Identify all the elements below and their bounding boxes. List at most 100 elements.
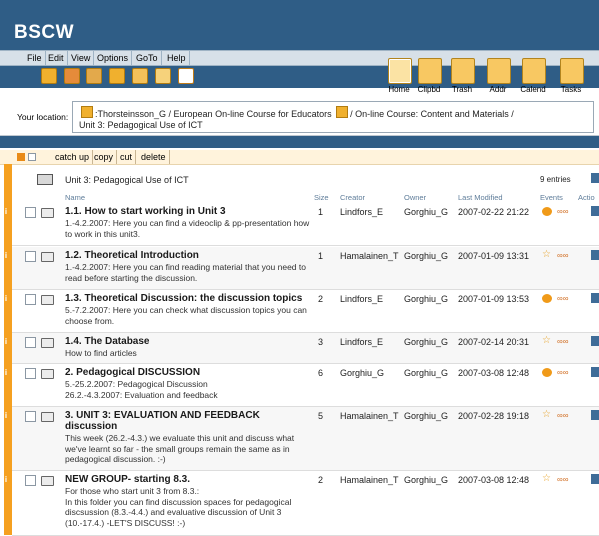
search-icon[interactable]	[64, 68, 80, 84]
table-row[interactable]: i 1.4. The Database How to find articles 3 L…	[5, 333, 599, 363]
info-icon[interactable]: i	[3, 368, 9, 377]
row-checkbox[interactable]	[25, 411, 36, 422]
row-checkbox[interactable]	[25, 368, 36, 379]
upload-icon[interactable]	[41, 68, 57, 84]
event-star-icon[interactable]: ☆	[542, 410, 551, 420]
row-action-icon[interactable]	[591, 410, 599, 420]
table-row[interactable]: i 1.1. How to start working in Unit 3 1.-4…	[5, 203, 599, 245]
toolbox-clipboard[interactable]: Clipbd	[413, 55, 445, 97]
info-icon[interactable]: i	[3, 251, 9, 260]
menu-help[interactable]: Help	[164, 51, 190, 65]
folder-icon[interactable]	[41, 338, 54, 348]
read-event-icon[interactable]: ∞∞	[557, 294, 568, 303]
row-title[interactable]: 2. Pedagogical DISCUSSION	[65, 367, 200, 378]
home-folder-icon[interactable]	[81, 106, 93, 118]
folder-icon[interactable]	[41, 476, 54, 486]
info-icon[interactable]: i	[3, 337, 9, 346]
col-events[interactable]: Events	[540, 193, 563, 202]
row-owner[interactable]: Gorghiu_G	[404, 368, 448, 378]
menu-edit[interactable]: Edit	[45, 51, 68, 65]
row-action-icon[interactable]	[591, 367, 599, 377]
table-row[interactable]: i 3. UNIT 3: EVALUATION AND FEEDBACK discu…	[5, 407, 599, 470]
folder-icon[interactable]	[41, 252, 54, 262]
row-creator[interactable]: Hamalainen_T	[340, 475, 399, 485]
menu-file[interactable]: File	[24, 51, 46, 65]
copy-button[interactable]: copy	[91, 150, 118, 164]
scroll-right-icon[interactable]	[591, 173, 599, 183]
row-creator[interactable]: Lindfors_E	[340, 207, 383, 217]
toolbox-trash[interactable]: Trash	[446, 55, 478, 97]
row-action-icon[interactable]	[591, 293, 599, 303]
read-event-icon[interactable]: ∞∞	[557, 368, 568, 377]
row-action-icon[interactable]	[591, 474, 599, 484]
new-event-icon[interactable]	[542, 207, 552, 216]
event-star-icon[interactable]: ☆	[542, 336, 551, 346]
col-last-modified[interactable]: Last Modified	[458, 193, 503, 202]
row-checkbox[interactable]	[25, 294, 36, 305]
row-title[interactable]: 1.4. The Database	[65, 336, 149, 347]
row-owner[interactable]: Gorghiu_G	[404, 251, 448, 261]
select-none-icon[interactable]	[28, 153, 36, 161]
row-checkbox[interactable]	[25, 475, 36, 486]
link-icon[interactable]	[178, 68, 194, 84]
row-creator[interactable]: Lindfors_E	[340, 337, 383, 347]
read-event-icon[interactable]: ∞∞	[557, 475, 568, 484]
image-icon[interactable]	[109, 68, 125, 84]
row-creator[interactable]: Lindfors_E	[340, 294, 383, 304]
row-action-icon[interactable]	[591, 206, 599, 216]
row-owner[interactable]: Gorghiu_G	[404, 337, 448, 347]
row-title[interactable]: 1.3. Theoretical Discussion: the discuss…	[65, 293, 302, 304]
col-actions[interactable]: Actio	[578, 193, 595, 202]
info-icon[interactable]: i	[3, 207, 9, 216]
read-event-icon[interactable]: ∞∞	[557, 337, 568, 346]
read-event-icon[interactable]: ∞∞	[557, 411, 568, 420]
info-icon[interactable]: i	[3, 411, 9, 420]
row-title[interactable]: 3. UNIT 3: EVALUATION AND FEEDBACK discus…	[65, 410, 260, 432]
info-icon[interactable]: i	[3, 294, 9, 303]
row-title[interactable]: 1.2. Theoretical Introduction	[65, 250, 199, 261]
row-action-icon[interactable]	[591, 336, 599, 346]
event-star-icon[interactable]: ☆	[542, 250, 551, 260]
row-checkbox[interactable]	[25, 337, 36, 348]
folder-icon[interactable]	[41, 208, 54, 218]
row-owner[interactable]: Gorghiu_G	[404, 475, 448, 485]
new-event-icon[interactable]	[542, 294, 552, 303]
row-action-icon[interactable]	[591, 250, 599, 260]
row-creator[interactable]: Hamalainen_T	[340, 411, 399, 421]
toolbox-addr[interactable]: Addr	[482, 55, 514, 97]
new-document-icon[interactable]	[155, 68, 171, 84]
cut-button[interactable]: cut	[117, 150, 137, 164]
catch-up-button[interactable]: catch up	[52, 150, 94, 164]
read-event-icon[interactable]: ∞∞	[557, 207, 568, 216]
table-row[interactable]: i NEW GROUP- starting 8.3. For those who s…	[5, 471, 599, 535]
menu-goto[interactable]: GoTo	[133, 51, 162, 65]
row-checkbox[interactable]	[25, 251, 36, 262]
table-row[interactable]: i 2. Pedagogical DISCUSSION 5.-25.2.2007: …	[5, 364, 599, 406]
row-checkbox[interactable]	[25, 207, 36, 218]
col-creator[interactable]: Creator	[340, 193, 365, 202]
select-all-icon[interactable]	[17, 153, 25, 161]
members-icon[interactable]	[86, 68, 102, 84]
folder-icon[interactable]	[336, 106, 349, 118]
col-name[interactable]: Name	[65, 193, 85, 202]
event-star-icon[interactable]: ☆	[542, 474, 551, 484]
row-owner[interactable]: Gorghiu_G	[404, 294, 448, 304]
row-creator[interactable]: Gorghiu_G	[340, 368, 384, 378]
row-owner[interactable]: Gorghiu_G	[404, 207, 448, 217]
folder-icon[interactable]	[41, 295, 54, 305]
read-event-icon[interactable]: ∞∞	[557, 251, 568, 260]
breadcrumb-part-2[interactable]: / On-line Course: Content and Materials …	[350, 109, 514, 119]
table-row[interactable]: i 1.3. Theoretical Discussion: the discus…	[5, 290, 599, 332]
toolbox-tasks[interactable]: Tasks	[555, 55, 587, 97]
info-icon[interactable]: i	[3, 475, 9, 484]
breadcrumb-part-1[interactable]: :Thorsteinsson_G / European On-line Cour…	[95, 109, 332, 119]
row-owner[interactable]: Gorghiu_G	[404, 411, 448, 421]
folder-icon[interactable]	[41, 369, 54, 379]
row-title[interactable]: NEW GROUP- starting 8.3.	[65, 474, 190, 485]
table-row[interactable]: i 1.2. Theoretical Introduction 1.-4.2.200…	[5, 247, 599, 289]
new-event-icon[interactable]	[542, 368, 552, 377]
row-title[interactable]: 1.1. How to start working in Unit 3	[65, 206, 226, 217]
new-folder-icon[interactable]	[132, 68, 148, 84]
delete-button[interactable]: delete	[138, 150, 170, 164]
col-size[interactable]: Size	[314, 193, 329, 202]
